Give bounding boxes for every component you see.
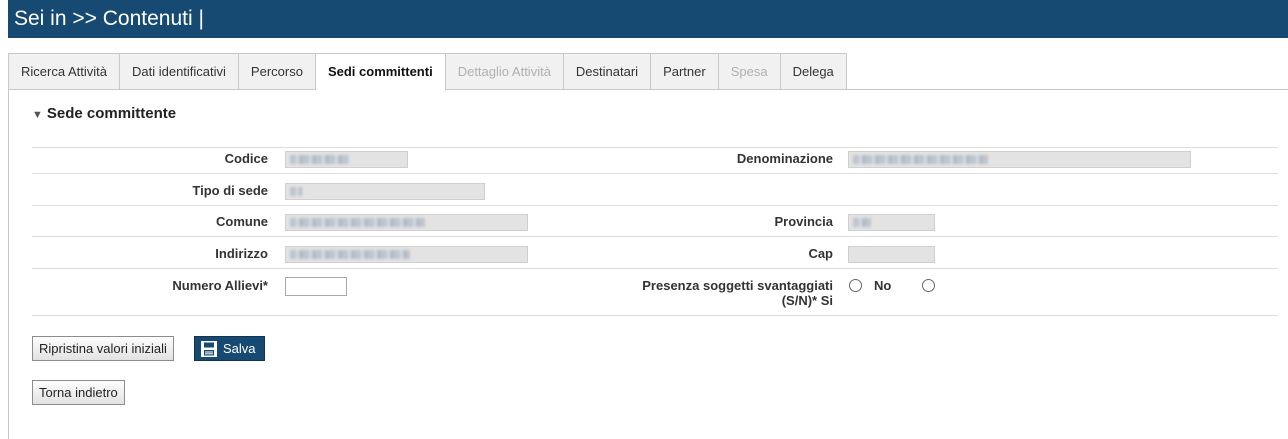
comune-label: Comune <box>216 214 268 229</box>
presenza-no-radio[interactable] <box>922 279 935 292</box>
section-title: Sede committente <box>46 105 177 122</box>
tab-destinatari[interactable]: Destinatari <box>563 53 652 90</box>
presenza-soggetti-label: Presenza soggetti svantaggiati (S/N)* Si <box>642 278 833 308</box>
page-title: Sei in >> Contenuti | <box>14 7 204 30</box>
content-frame <box>8 90 1288 439</box>
back-button[interactable]: Torna indietro <box>32 380 125 405</box>
floppy-disk-icon <box>201 340 217 357</box>
row-divider <box>32 173 1278 174</box>
tab-spesa: Spesa <box>718 53 781 90</box>
presenza-si-radio[interactable] <box>849 279 862 292</box>
tipo-sede-label: Tipo di sede <box>192 183 268 198</box>
provincia-field <box>848 214 935 231</box>
tipo-sede-field <box>285 183 485 200</box>
codice-label: Codice <box>224 151 268 166</box>
provincia-label: Provincia <box>774 214 833 229</box>
comune-field <box>285 214 528 231</box>
denominazione-label: Denominazione <box>736 151 833 166</box>
tab-percorso[interactable]: Percorso <box>238 53 316 90</box>
row-divider <box>32 205 1278 206</box>
row-divider <box>32 147 1278 148</box>
triangle-down-icon[interactable]: ▼ <box>32 109 43 121</box>
presenza-no-label: No <box>874 278 892 293</box>
save-button[interactable]: Salva <box>194 336 265 361</box>
tab-delega[interactable]: Delega <box>780 53 847 90</box>
reset-button[interactable]: Ripristina valori iniziali <box>32 336 174 361</box>
codice-field <box>285 151 408 168</box>
row-divider <box>32 315 1278 316</box>
tab-ricerca-attivit[interactable]: Ricerca Attività <box>8 53 120 90</box>
numero-allievi-input[interactable] <box>285 277 347 296</box>
cap-field <box>848 246 935 263</box>
numero-allievi-label: Numero Allievi* <box>172 278 268 293</box>
presenza-label-line2: (S/N)* Si <box>781 293 833 308</box>
row-divider <box>32 268 1278 269</box>
save-button-label: Salva <box>223 341 256 356</box>
row-divider <box>32 236 1278 237</box>
indirizzo-field <box>285 246 528 263</box>
tab-bar: Ricerca Attività Dati identificativi Perco… <box>8 38 1288 91</box>
tab-dettaglio-attivit: Dettaglio Attività <box>445 53 564 90</box>
tab-sedi-committenti[interactable]: Sedi committenti <box>315 53 446 91</box>
page-header: Sei in >> Contenuti | <box>8 0 1288 38</box>
cap-label: Cap <box>808 246 833 261</box>
tabs-container: Ricerca Attività Dati identificativi Perco… <box>8 53 847 91</box>
section-header[interactable]: ▼ Sede committente <box>32 105 176 122</box>
tab-partner[interactable]: Partner <box>651 53 719 90</box>
indirizzo-label: Indirizzo <box>215 246 268 261</box>
presenza-label-line1: Presenza soggetti svantaggiati <box>642 278 833 293</box>
denominazione-field <box>848 151 1191 168</box>
tab-dati-identificativi[interactable]: Dati identificativi <box>119 53 239 90</box>
